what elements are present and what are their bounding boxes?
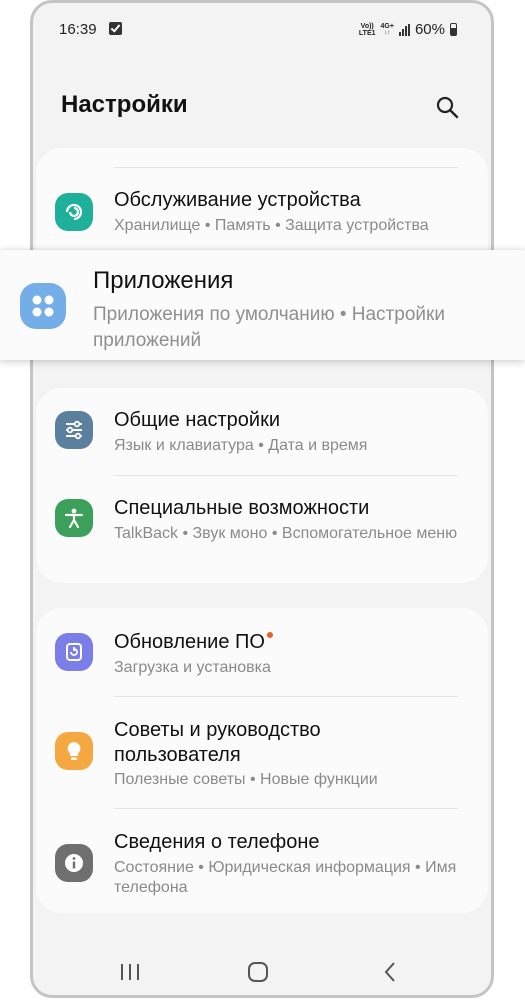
battery-percent: 60% (414, 21, 445, 38)
divider (114, 167, 458, 168)
list-item-device-care[interactable]: Обслуживание устройства Хранилище • Памя… (36, 178, 488, 248)
back-icon[interactable] (383, 961, 397, 983)
recent-apps-icon[interactable] (119, 962, 141, 982)
list-item-general[interactable]: Общие настройки Язык и клавиатура • Дата… (36, 398, 488, 476)
list-item-tips[interactable]: Советы и руководство пользователя Полезн… (36, 708, 488, 808)
net-type: 4G+ ↓↑ (381, 23, 394, 37)
item-title: Общие настройки (114, 409, 280, 431)
sliders-icon (55, 411, 93, 449)
status-bar: 16:39 Vo)) LTE1 4G+ ↓↑ 60% (33, 3, 491, 55)
divider (114, 808, 458, 809)
device-care-icon (55, 193, 93, 231)
apps-title: Приложения (93, 267, 234, 294)
apps-subtitle: Приложения по умолчанию • Настройки прил… (93, 304, 445, 351)
status-right: Vo)) LTE1 4G+ ↓↑ 60% (359, 21, 457, 38)
item-title: Обслуживание устройства (114, 189, 361, 211)
item-title: Советы и руководство пользователя (114, 719, 321, 766)
item-subtitle: Загрузка и установка (114, 659, 271, 676)
page-title: Настройки (61, 91, 188, 118)
net-arrows-icon: ↓↑ (384, 29, 391, 36)
battery-icon (450, 23, 457, 36)
item-subtitle: TalkBack • Звук моно • Вспомогательное м… (114, 525, 458, 542)
status-time: 16:39 (59, 21, 97, 38)
item-subtitle: Состояние • Юридическая информация • Имя… (114, 859, 457, 896)
volte-top-label: Vo)) (360, 22, 374, 30)
apps-grid-icon (20, 283, 66, 329)
item-title: Специальные возможности (114, 497, 370, 519)
item-title: Обновление ПО (114, 630, 470, 655)
divider (114, 696, 458, 697)
list-item-accessibility[interactable]: Специальные возможности TalkBack • Звук … (36, 486, 488, 571)
accessibility-person-icon (55, 499, 93, 537)
settings-card-general: Общие настройки Язык и клавиатура • Дата… (36, 388, 488, 583)
item-subtitle: Язык и клавиатура • Дата и время (114, 437, 368, 454)
volte-indicator: Vo)) LTE1 (359, 23, 376, 37)
list-item-about-phone[interactable]: Сведения о телефоне Состояние • Юридичес… (36, 820, 488, 910)
signal-icon (398, 23, 410, 36)
item-title-text: Обновление ПО (114, 631, 265, 653)
item-subtitle: Хранилище • Память • Защита устройства (114, 217, 429, 234)
info-icon (55, 844, 93, 882)
settings-card-about: Обновление ПО Загрузка и установка Совет… (36, 608, 488, 913)
item-subtitle: Полезные советы • Новые функции (114, 771, 378, 788)
phone-frame: 16:39 Vo)) LTE1 4G+ ↓↑ 60% Настройки Обс… (30, 0, 494, 998)
volte-bottom-label: LTE1 (358, 29, 376, 37)
search-icon[interactable] (435, 95, 459, 119)
navigation-bar (33, 948, 491, 995)
list-item-software-update[interactable]: Обновление ПО Загрузка и установка (36, 620, 488, 695)
home-icon[interactable] (247, 961, 269, 983)
divider (114, 475, 458, 476)
net-type-label: 4G+ (380, 22, 394, 30)
lightbulb-icon (55, 732, 93, 770)
new-badge-dot (266, 632, 273, 638)
software-update-icon (55, 633, 93, 671)
item-title: Сведения о телефоне (114, 831, 320, 853)
notification-check-icon (109, 22, 122, 35)
